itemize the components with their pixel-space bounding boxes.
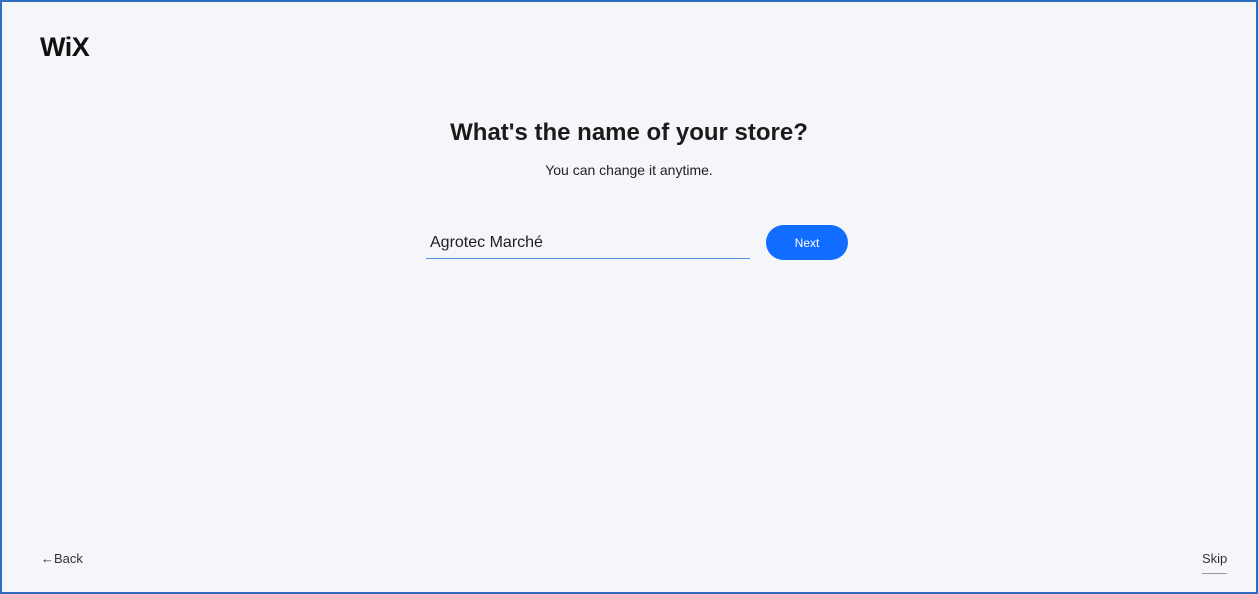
store-name-input[interactable] (426, 228, 750, 259)
skip-link[interactable]: Skip (1202, 551, 1228, 574)
page-subtitle: You can change it anytime. (545, 162, 713, 178)
wix-logo: WiX (40, 32, 90, 62)
back-link[interactable]: ←Back (41, 551, 83, 567)
onboarding-window: WiX What's the name of your store? You c… (0, 0, 1258, 594)
page-title: What's the name of your store? (450, 119, 808, 146)
next-button[interactable]: Next (766, 225, 848, 260)
